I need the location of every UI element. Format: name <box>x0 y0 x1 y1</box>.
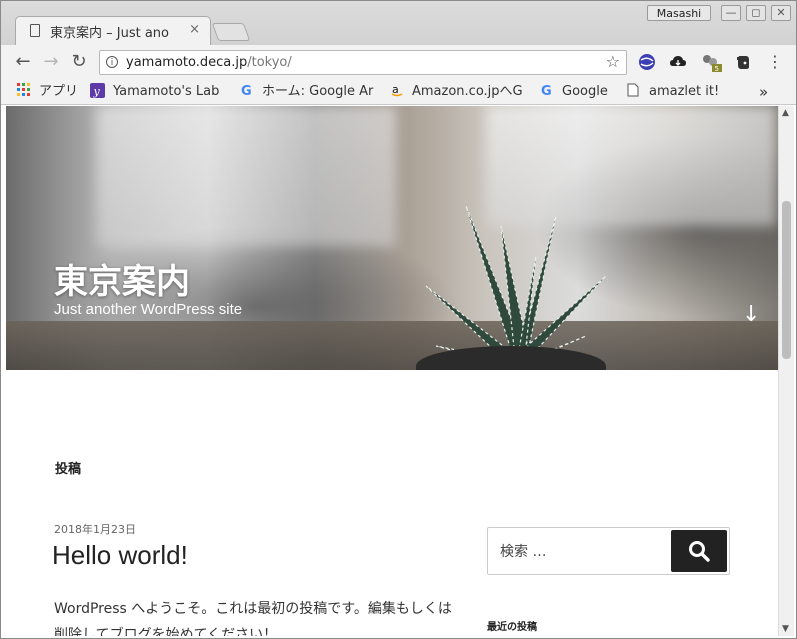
bookmark-amazon[interactable]: a Amazon.co.jpへG <box>390 82 528 102</box>
evernote-icon[interactable] <box>734 53 752 71</box>
bookmark-label: amazlet it! <box>649 84 720 99</box>
amazon-icon: a <box>390 83 404 97</box>
main-content: 投稿 2018年1月23日 Hello world! WordPress へよう… <box>6 370 778 636</box>
search-form <box>487 527 730 575</box>
extension-cloud-icon[interactable] <box>669 53 687 71</box>
tab-close-icon[interactable]: × <box>189 22 200 37</box>
section-title: 投稿 <box>55 462 82 477</box>
browser-toolbar: ← → ↻ i yamamoto.deca.jp/tokyo/ ☆ 5 ⋮ <box>1 45 796 79</box>
bookmark-label: ホーム: Google Ar <box>262 84 374 99</box>
bookmark-label: Yamamoto's Lab <box>113 84 220 99</box>
yahoo-icon: y <box>90 82 105 98</box>
extension-people-icon[interactable]: 5 <box>701 53 722 73</box>
bookmarks-bar: アプリ y Yamamoto's Lab G ホーム: Google Ar a … <box>1 79 796 105</box>
page-icon <box>30 24 40 37</box>
bookmarks-overflow-icon[interactable]: » <box>759 82 779 102</box>
reload-icon[interactable]: ↻ <box>68 51 90 73</box>
post-excerpt: WordPress へようこそ。これは最初の投稿です。編集もしくは削除してブログ… <box>54 601 452 636</box>
url-host: yamamoto.deca.jp <box>126 55 248 70</box>
scroll-down-arrow-small-icon[interactable]: ▼ <box>782 624 789 634</box>
bookmark-apps[interactable]: アプリ <box>17 82 81 102</box>
hero-table-surface <box>6 321 778 370</box>
maximize-button[interactable]: ◻ <box>746 5 766 21</box>
extension-globe-icon[interactable] <box>638 53 656 71</box>
profile-button[interactable]: Masashi <box>647 5 711 21</box>
svg-text:5: 5 <box>715 65 719 73</box>
google-icon: G <box>240 83 254 99</box>
tab-active[interactable]: 東京案内 – Just ano × <box>15 16 211 46</box>
svg-text:G: G <box>541 84 552 97</box>
tab-title: 東京案内 – Just ano <box>50 26 169 41</box>
forward-arrow-icon[interactable]: → <box>40 51 62 73</box>
browser-window: 東京案内 – Just ano × Masashi — ◻ ✕ ← → ↻ i … <box>0 0 797 639</box>
recent-posts-heading: 最近の投稿 <box>487 622 537 633</box>
bookmark-label: Amazon.co.jpへG <box>412 84 523 99</box>
site-tagline: Just another WordPress site <box>54 301 243 318</box>
page-scrollbar[interactable]: ▲ ▼ <box>778 106 794 636</box>
menu-kebab-icon[interactable]: ⋮ <box>766 53 784 71</box>
search-icon <box>689 541 710 562</box>
svg-text:y: y <box>93 85 101 98</box>
bookmark-label: アプリ <box>39 84 79 99</box>
svg-text:G: G <box>241 84 252 97</box>
post-title-link[interactable]: Hello world! <box>52 540 188 571</box>
header-hero-image: 東京案内 Just another WordPress site ↓ <box>6 106 778 370</box>
search-input[interactable] <box>498 538 662 566</box>
close-window-button[interactable]: ✕ <box>771 5 791 21</box>
bookmark-label: Google <box>562 84 608 99</box>
scroll-up-arrow-icon[interactable]: ▲ <box>782 108 789 118</box>
minimize-button[interactable]: — <box>721 5 741 21</box>
scrollbar-thumb[interactable] <box>782 201 791 359</box>
page-viewport: 東京案内 Just another WordPress site ↓ 投稿 20… <box>6 106 778 636</box>
site-title[interactable]: 東京案内 <box>54 254 190 303</box>
bookmark-star-icon[interactable]: ☆ <box>606 52 620 71</box>
succulent-plant-image <box>425 205 607 368</box>
address-bar[interactable]: i yamamoto.deca.jp/tokyo/ ☆ <box>99 50 627 75</box>
scroll-down-arrow-icon[interactable]: ↓ <box>742 302 760 327</box>
info-icon[interactable]: i <box>106 56 118 68</box>
bookmark-google-home[interactable]: G ホーム: Google Ar <box>240 82 378 102</box>
search-button[interactable] <box>671 530 727 572</box>
apps-grid-icon <box>17 83 31 97</box>
back-arrow-icon[interactable]: ← <box>12 51 34 73</box>
bookmark-amazlet[interactable]: amazlet it! <box>627 82 737 102</box>
page-icon <box>627 83 641 97</box>
bookmark-google[interactable]: G Google <box>540 82 620 102</box>
new-tab-button[interactable] <box>211 23 251 41</box>
hero-background-window <box>96 106 396 246</box>
url-path: /tokyo/ <box>247 55 292 70</box>
tab-strip: 東京案内 – Just ano × Masashi — ◻ ✕ <box>1 1 796 46</box>
bookmark-yamamoto-lab[interactable]: y Yamamoto's Lab <box>90 82 228 102</box>
url-text[interactable]: yamamoto.deca.jp/tokyo/ <box>126 55 292 70</box>
google-icon: G <box>540 83 554 99</box>
post-date-link[interactable]: 2018年1月23日 <box>54 521 136 537</box>
